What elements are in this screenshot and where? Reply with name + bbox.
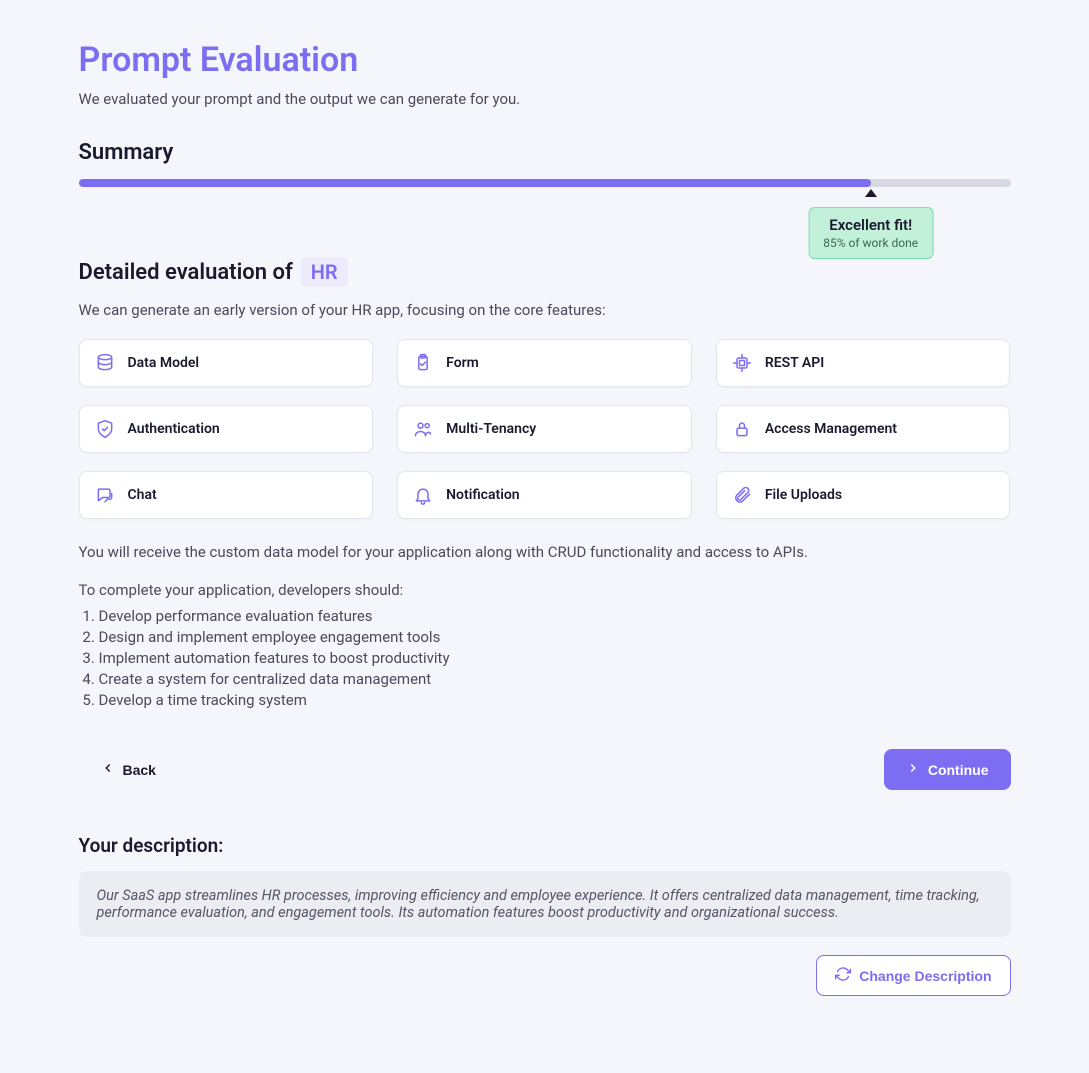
feature-label: Chat bbox=[128, 487, 157, 503]
users-icon bbox=[412, 418, 434, 440]
feature-label: Notification bbox=[446, 487, 519, 503]
feature-label: Form bbox=[446, 355, 479, 371]
description-heading: Your description: bbox=[79, 834, 1011, 857]
bell-icon bbox=[412, 484, 434, 506]
feature-label: Authentication bbox=[128, 421, 220, 437]
feature-card[interactable]: File Uploads bbox=[716, 471, 1011, 519]
detail-para-1: You will receive the custom data model f… bbox=[79, 543, 1011, 561]
feature-card[interactable]: Multi-Tenancy bbox=[397, 405, 692, 453]
chevron-right-icon bbox=[906, 761, 920, 778]
change-description-label: Change Description bbox=[859, 968, 991, 984]
fit-badge-sub: 85% of work done bbox=[823, 236, 918, 250]
page-title: Prompt Evaluation bbox=[79, 40, 1011, 80]
change-description-button[interactable]: Change Description bbox=[816, 955, 1010, 996]
step-item: Develop a time tracking system bbox=[99, 691, 1011, 709]
summary-heading: Summary bbox=[79, 140, 1011, 165]
step-item: Create a system for centralized data man… bbox=[99, 670, 1011, 688]
feature-grid: Data Model Form REST API Authentication Mult… bbox=[79, 339, 1011, 519]
refresh-icon bbox=[835, 966, 851, 985]
domain-chip: HR bbox=[301, 257, 348, 287]
feature-label: Access Management bbox=[765, 421, 897, 437]
feature-card[interactable]: Chat bbox=[79, 471, 374, 519]
back-button[interactable]: Back bbox=[79, 749, 178, 790]
fit-badge-title: Excellent fit! bbox=[823, 216, 918, 234]
feature-card[interactable]: Data Model bbox=[79, 339, 374, 387]
chat-icon bbox=[94, 484, 116, 506]
detail-heading-prefix: Detailed evaluation of bbox=[79, 260, 293, 285]
description-text: Our SaaS app streamlines HR processes, i… bbox=[79, 871, 1011, 937]
page-subtitle: We evaluated your prompt and the output … bbox=[79, 90, 1011, 108]
shield-icon bbox=[94, 418, 116, 440]
progress-bar: Excellent fit! 85% of work done bbox=[79, 179, 1011, 187]
feature-card[interactable]: Form bbox=[397, 339, 692, 387]
step-item: Design and implement employee engagement… bbox=[99, 628, 1011, 646]
feature-card[interactable]: REST API bbox=[716, 339, 1011, 387]
feature-card[interactable]: Notification bbox=[397, 471, 692, 519]
feature-label: Data Model bbox=[128, 355, 200, 371]
continue-button[interactable]: Continue bbox=[884, 749, 1011, 790]
lock-icon bbox=[731, 418, 753, 440]
detail-para-2: To complete your application, developers… bbox=[79, 581, 1011, 599]
feature-label: REST API bbox=[765, 355, 824, 371]
back-button-label: Back bbox=[123, 762, 156, 778]
continue-button-label: Continue bbox=[928, 762, 989, 778]
chevron-left-icon bbox=[101, 761, 115, 778]
progress-marker-icon bbox=[865, 189, 877, 197]
fit-badge: Excellent fit! 85% of work done bbox=[808, 207, 933, 259]
step-item: Develop performance evaluation features bbox=[99, 607, 1011, 625]
detail-heading: Detailed evaluation of HR bbox=[79, 257, 1011, 287]
feature-card[interactable]: Access Management bbox=[716, 405, 1011, 453]
steps-list: Develop performance evaluation features D… bbox=[79, 607, 1011, 709]
detail-intro: We can generate an early version of your… bbox=[79, 301, 1011, 319]
clipboard-icon bbox=[412, 352, 434, 374]
step-item: Implement automation features to boost p… bbox=[99, 649, 1011, 667]
feature-card[interactable]: Authentication bbox=[79, 405, 374, 453]
feature-label: File Uploads bbox=[765, 487, 842, 503]
feature-label: Multi-Tenancy bbox=[446, 421, 536, 437]
cpu-icon bbox=[731, 352, 753, 374]
paperclip-icon bbox=[731, 484, 753, 506]
database-icon bbox=[94, 352, 116, 374]
